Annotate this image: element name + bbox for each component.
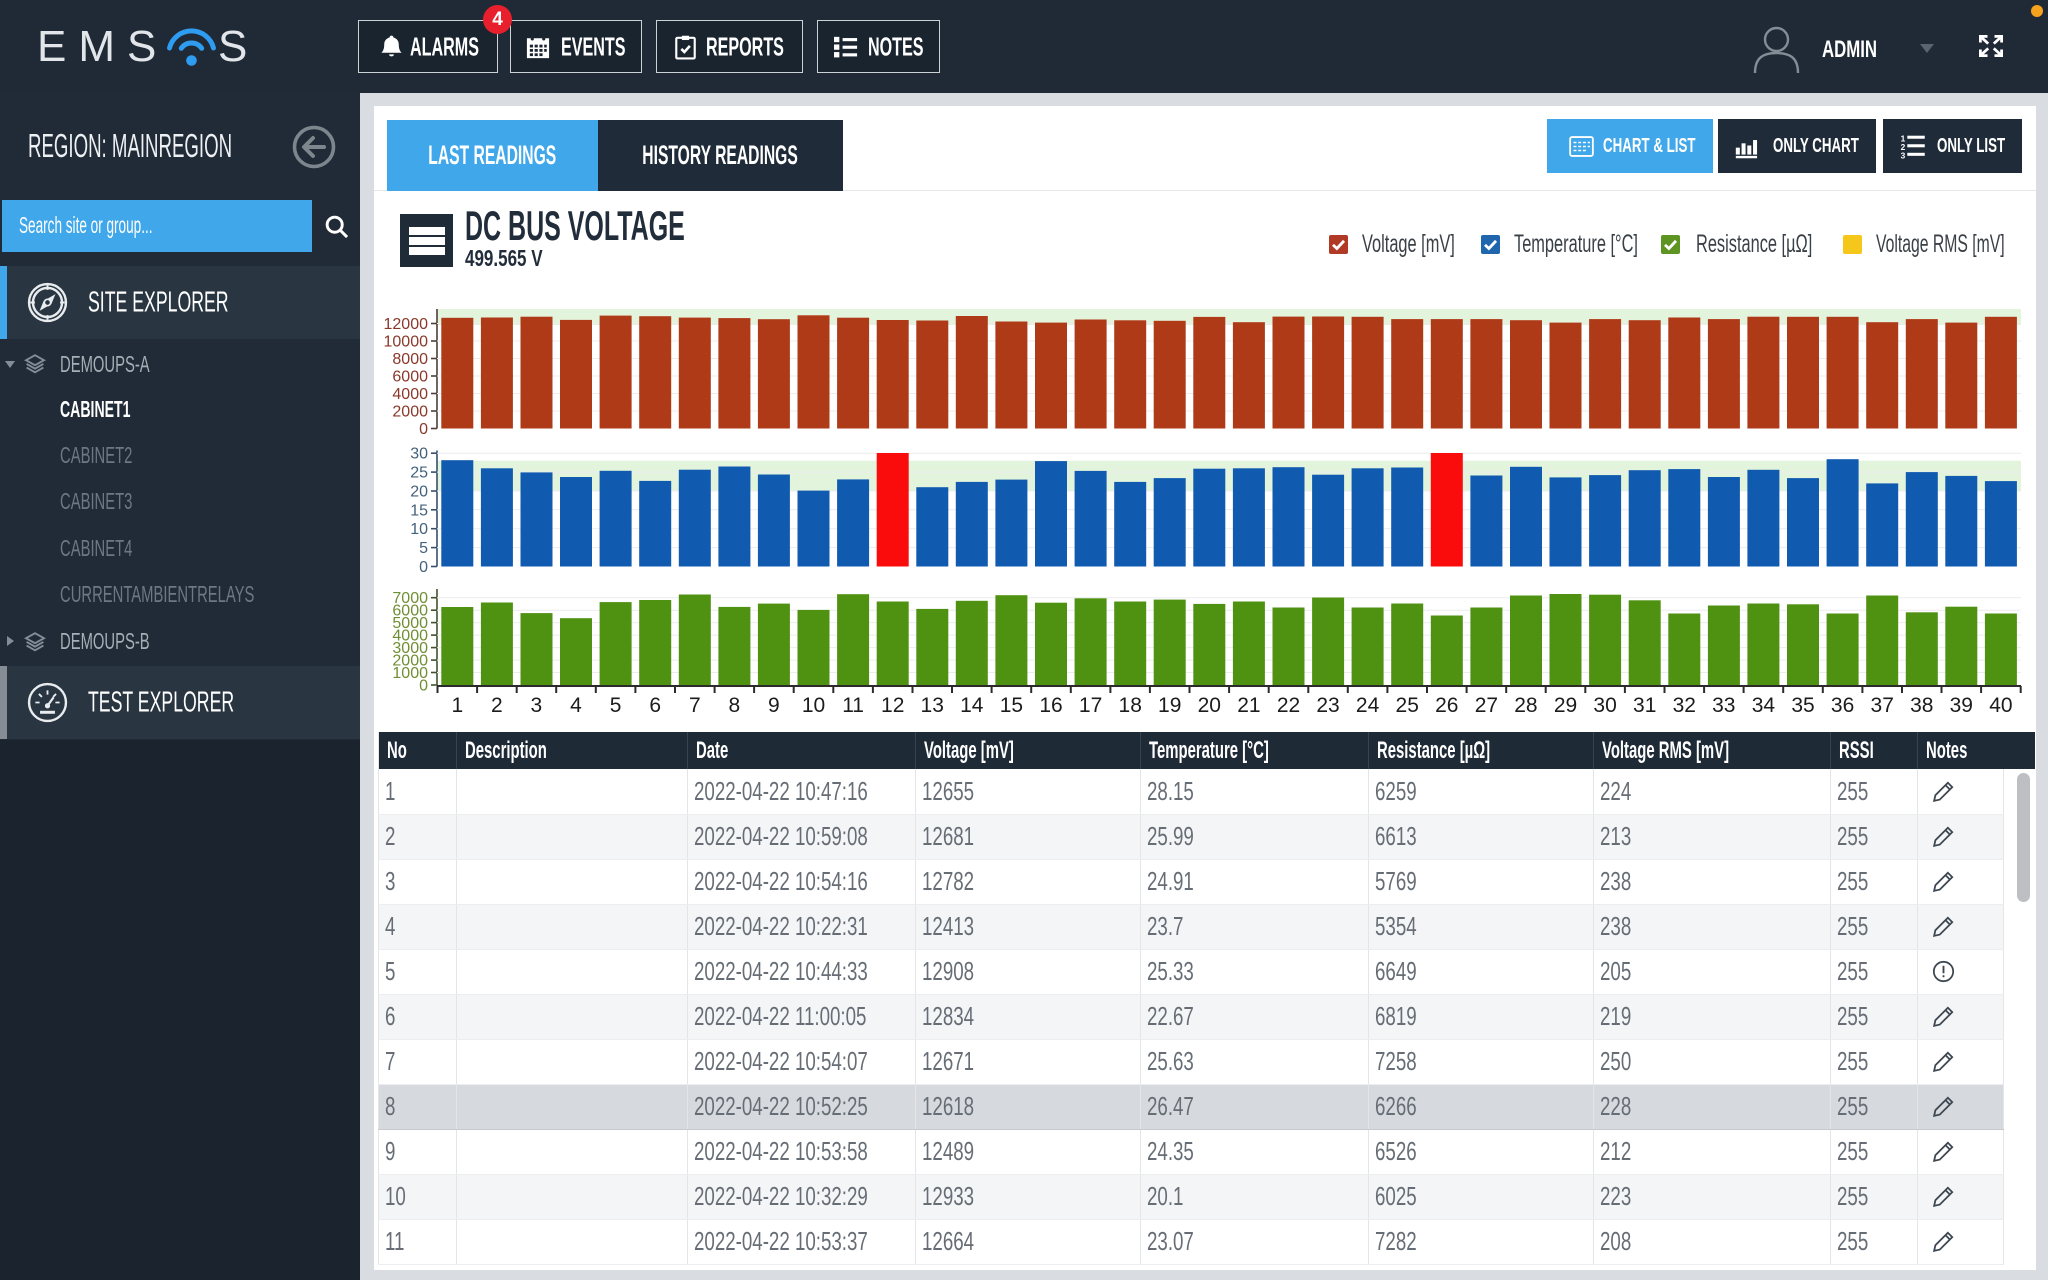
svg-text:4000: 4000 [392, 386, 428, 403]
svg-text:31: 31 [1633, 694, 1656, 717]
svg-text:25: 25 [410, 465, 428, 482]
svg-text:36: 36 [1831, 694, 1854, 717]
svg-text:14: 14 [960, 694, 984, 717]
svg-text:19: 19 [1158, 694, 1181, 717]
svg-text:8000: 8000 [392, 351, 428, 368]
svg-text:17: 17 [1079, 694, 1102, 717]
svg-text:11: 11 [842, 694, 864, 717]
svg-text:38: 38 [1910, 694, 1933, 717]
svg-text:28: 28 [1514, 694, 1537, 717]
svg-text:32: 32 [1673, 694, 1696, 717]
svg-text:5: 5 [419, 540, 428, 557]
svg-text:8: 8 [728, 694, 740, 717]
svg-text:34: 34 [1752, 694, 1776, 717]
svg-text:3: 3 [531, 694, 543, 717]
svg-text:23: 23 [1316, 694, 1339, 717]
svg-text:35: 35 [1791, 694, 1814, 717]
svg-text:4: 4 [570, 694, 582, 717]
svg-text:10: 10 [802, 694, 825, 717]
svg-text:13: 13 [921, 694, 944, 717]
svg-text:20: 20 [410, 484, 428, 501]
svg-text:1: 1 [451, 694, 463, 717]
svg-text:7: 7 [689, 694, 701, 717]
svg-text:0: 0 [419, 559, 428, 576]
svg-text:10: 10 [410, 521, 428, 538]
svg-text:2000: 2000 [392, 404, 428, 421]
svg-text:27: 27 [1475, 694, 1498, 717]
svg-text:25: 25 [1396, 694, 1419, 717]
svg-text:40: 40 [1989, 694, 2012, 717]
svg-text:9: 9 [768, 694, 780, 717]
svg-text:10000: 10000 [384, 334, 429, 351]
svg-text:6: 6 [649, 694, 661, 717]
svg-text:18: 18 [1119, 694, 1142, 717]
svg-text:26: 26 [1435, 694, 1458, 717]
svg-text:30: 30 [1593, 694, 1616, 717]
svg-text:16: 16 [1039, 694, 1062, 717]
svg-text:12000: 12000 [384, 316, 429, 333]
svg-text:7000: 7000 [392, 590, 428, 607]
svg-text:15: 15 [1000, 694, 1023, 717]
svg-text:15: 15 [410, 502, 428, 519]
svg-text:12: 12 [881, 694, 904, 717]
svg-text:22: 22 [1277, 694, 1300, 717]
svg-text:0: 0 [419, 421, 428, 438]
svg-text:2: 2 [491, 694, 503, 717]
svg-text:30: 30 [410, 446, 428, 463]
svg-text:5: 5 [610, 694, 622, 717]
svg-text:37: 37 [1871, 694, 1894, 717]
svg-text:3: 3 [1901, 151, 1906, 160]
svg-text:39: 39 [1950, 694, 1973, 717]
svg-text:21: 21 [1237, 694, 1260, 717]
svg-text:33: 33 [1712, 694, 1735, 717]
svg-text:24: 24 [1356, 694, 1380, 717]
svg-text:20: 20 [1198, 694, 1221, 717]
svg-text:6000: 6000 [392, 369, 428, 386]
svg-text:29: 29 [1554, 694, 1577, 717]
